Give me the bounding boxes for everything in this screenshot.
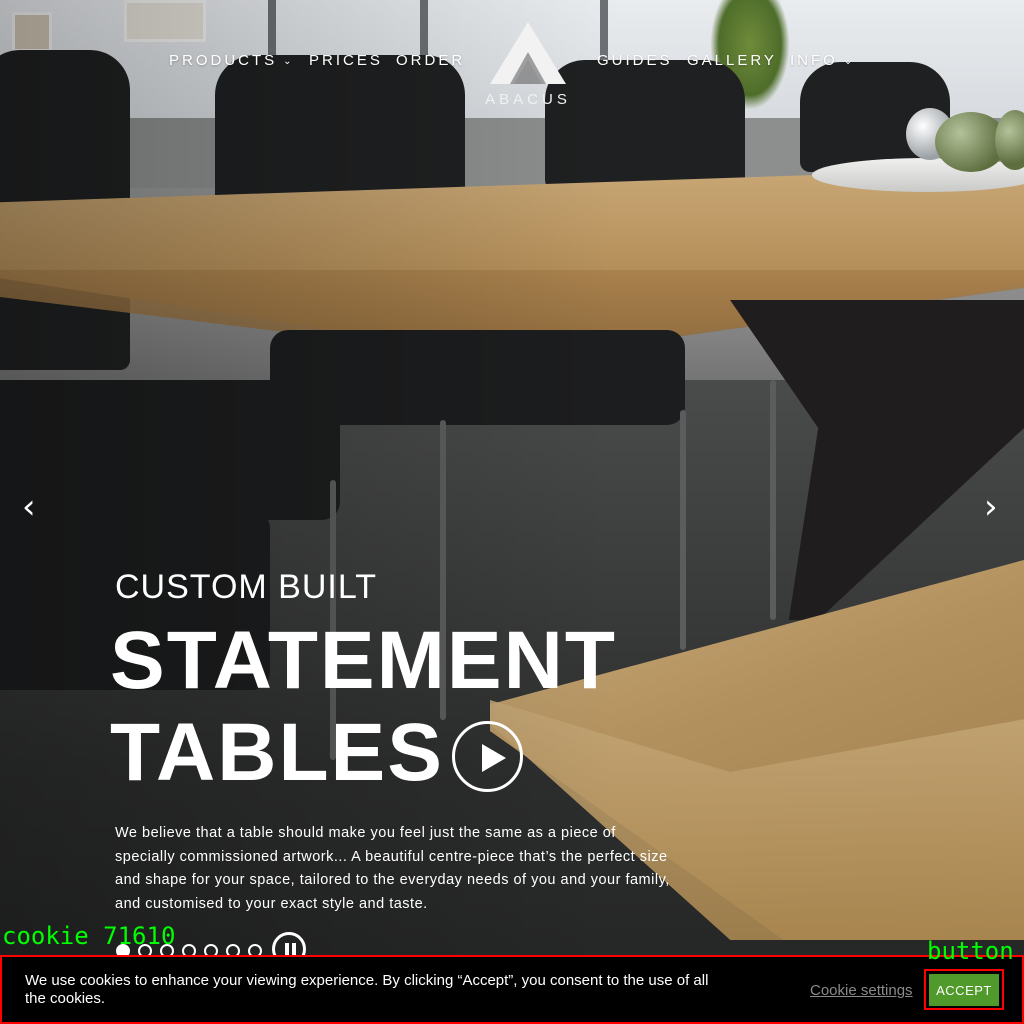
nav-item-label: GALLERY xyxy=(687,52,777,69)
site-logo[interactable]: ABACUS xyxy=(478,22,578,112)
nav-item-prices[interactable]: PRICES xyxy=(309,52,383,69)
chevron-down-icon: ⌄ xyxy=(283,56,295,67)
nav-item-label: GUIDES xyxy=(597,52,673,69)
chevron-down-icon: ⌄ xyxy=(843,56,856,67)
annotation-label-button: button xyxy=(927,937,1014,965)
abacus-logo-icon xyxy=(490,22,566,84)
nav-item-label: INFO xyxy=(790,52,838,69)
play-video-button[interactable] xyxy=(452,721,523,792)
slider-prev-arrow[interactable]: ‹ xyxy=(22,490,36,524)
nav-item-products[interactable]: PRODUCTS ⌄ xyxy=(169,52,295,69)
nav-item-gallery[interactable]: GALLERY xyxy=(687,52,777,69)
nav-item-guides[interactable]: GUIDES xyxy=(597,52,673,69)
accept-cookies-button[interactable]: ACCEPT xyxy=(929,974,999,1006)
hero-description: We believe that a table should make you … xyxy=(115,825,670,912)
nav-item-label: ORDER xyxy=(396,52,466,69)
cookie-settings-link[interactable]: Cookie settings xyxy=(810,982,913,999)
logo-text: ABACUS xyxy=(485,91,571,108)
nav-item-info[interactable]: INFO ⌄ xyxy=(790,52,855,69)
nav-item-label: PRICES xyxy=(309,52,383,69)
hero-title-line1: STATEMENT xyxy=(110,615,617,706)
nav-item-order[interactable]: ORDER xyxy=(396,52,465,69)
annotation-label-cookie: cookie 71610 xyxy=(2,922,176,950)
cookie-message: We use cookies to enhance your viewing e… xyxy=(25,972,709,1007)
hero-title-line2: TABLES xyxy=(110,707,444,798)
nav-item-label: PRODUCTS xyxy=(169,52,278,69)
slider-next-arrow[interactable]: › xyxy=(984,490,998,524)
hero-subtitle: CUSTOM BUILT xyxy=(115,568,377,606)
